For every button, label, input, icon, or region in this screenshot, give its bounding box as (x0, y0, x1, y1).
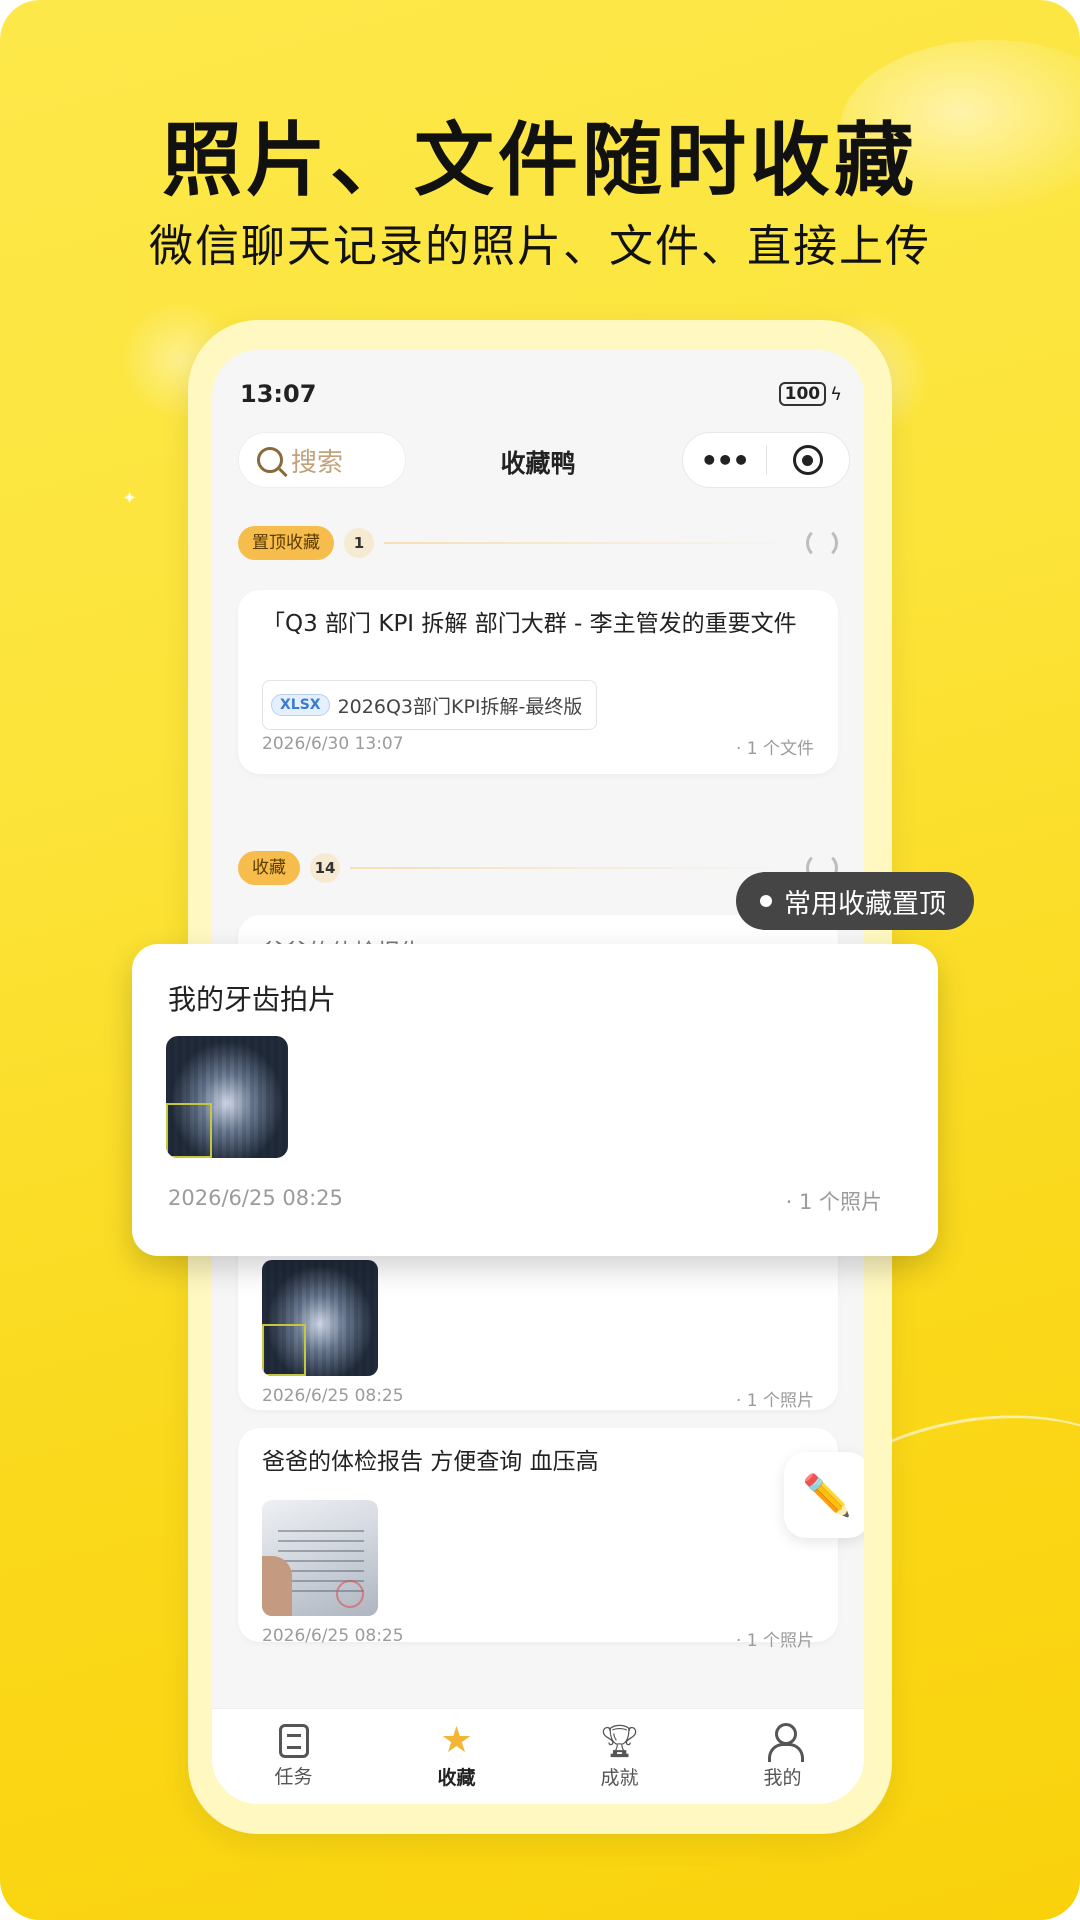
file-chip[interactable]: XLSX 2026Q3部门KPI拆解-最终版 (262, 680, 598, 730)
checkup-card[interactable]: 爸爸的体检报告 方便查询 血压高 2026/6/25 08:25 · 1 个照片 (238, 1428, 838, 1651)
card-summary: · 1 个照片 (735, 1391, 814, 1411)
card-summary: · 1 个照片 (735, 1631, 814, 1651)
pinned-count-badge: 1 (344, 528, 374, 558)
xray-thumbnail[interactable] (262, 1260, 378, 1376)
close-miniprogram-button[interactable] (767, 445, 850, 475)
target-icon (792, 445, 823, 475)
report-thumbnail[interactable] (262, 1500, 378, 1616)
task-list-icon (278, 1724, 309, 1758)
bullet-dot (760, 895, 772, 907)
section-divider (350, 867, 796, 869)
user-icon (766, 1723, 804, 1762)
pinned-section-header: 置顶收藏 1 (238, 526, 838, 560)
card-meta: 2026/6/30 13:07 · 1 个文件 (262, 734, 814, 759)
pin-tooltip: 常用收藏置顶 (736, 872, 974, 930)
pinned-tag: 置顶收藏 (238, 526, 334, 560)
tab-label: 收藏 (437, 1767, 476, 1789)
battery-indicator: 100 ϟ (778, 382, 842, 406)
compose-button[interactable]: ✏️ (784, 1452, 864, 1538)
refresh-icon[interactable] (806, 527, 838, 559)
tab-favorites[interactable]: ★ 收藏 (375, 1709, 538, 1804)
status-time: 13:07 (240, 380, 317, 408)
card-summary: · 1 个照片 (785, 1190, 882, 1214)
card-meta: 2026/6/25 08:25 · 1 个照片 (262, 1626, 814, 1651)
card-title: 「Q3 部门 KPI 拆解 部门大群 - 李主管发的重要文件 (262, 611, 797, 637)
battery-icon: 100 (778, 382, 827, 406)
fav-count-badge: 14 (310, 853, 340, 883)
star-icon: ★ (440, 1720, 473, 1761)
miniprogram-capsule: ••• (682, 432, 850, 488)
tab-label: 成就 (600, 1767, 639, 1789)
fav-tag: 收藏 (238, 851, 300, 885)
promo-subline: 微信聊天记录的照片、文件、直接上传 (149, 221, 931, 272)
section-divider (384, 542, 796, 544)
tab-task[interactable]: 任务 (212, 1709, 375, 1804)
trophy-icon: 🏆︎ (599, 1722, 640, 1760)
tab-profile[interactable]: 我的 (701, 1709, 864, 1804)
card-title: 我的牙齿拍片 (168, 983, 337, 1016)
promo-headline: 照片、文件随时收藏 (162, 114, 918, 207)
card-date: 2026/6/25 08:25 (262, 1386, 404, 1406)
card-meta: 2026/6/25 08:25 · 1 个照片 (168, 1186, 882, 1216)
bottom-tab-bar: 任务 ★ 收藏 🏆︎ 成就 我的 (212, 1708, 864, 1804)
card-date: 2026/6/30 13:07 (262, 734, 404, 754)
card-date: 2026/6/25 08:25 (262, 1626, 404, 1646)
tooltip-text: 常用收藏置顶 (784, 888, 946, 920)
pinned-card[interactable]: 「Q3 部门 KPI 拆解 部门大群 - 李主管发的重要文件 XLSX 2026… (238, 590, 838, 774)
promo-background: ✦ 照片、文件随时收藏 微信聊天记录的照片、文件、直接上传 13:07 100 … (0, 0, 1080, 1920)
card-summary: · 1 个文件 (735, 739, 814, 759)
pencil-sparkle-icon: ✏️ (802, 1472, 852, 1519)
tab-label: 我的 (763, 1767, 802, 1789)
xlsx-file-icon: XLSX (271, 694, 330, 716)
file-name: 2026Q3部门KPI拆解-最终版 (337, 695, 583, 718)
card-date: 2026/6/25 08:25 (168, 1186, 343, 1210)
sparkle-icon: ✦ (122, 488, 138, 509)
tab-label: 任务 (274, 1766, 313, 1788)
tab-achievements[interactable]: 🏆︎ 成就 (538, 1709, 701, 1804)
highlighted-card[interactable]: 我的牙齿拍片 2026/6/25 08:25 · 1 个照片 (132, 944, 938, 1256)
charging-icon: ϟ (830, 383, 842, 405)
xray-thumbnail[interactable] (166, 1036, 288, 1158)
card-title: 爸爸的体检报告 方便查询 血压高 (262, 1449, 599, 1475)
more-menu-button[interactable]: ••• (683, 444, 766, 477)
card-meta: 2026/6/25 08:25 · 1 个照片 (262, 1386, 814, 1411)
